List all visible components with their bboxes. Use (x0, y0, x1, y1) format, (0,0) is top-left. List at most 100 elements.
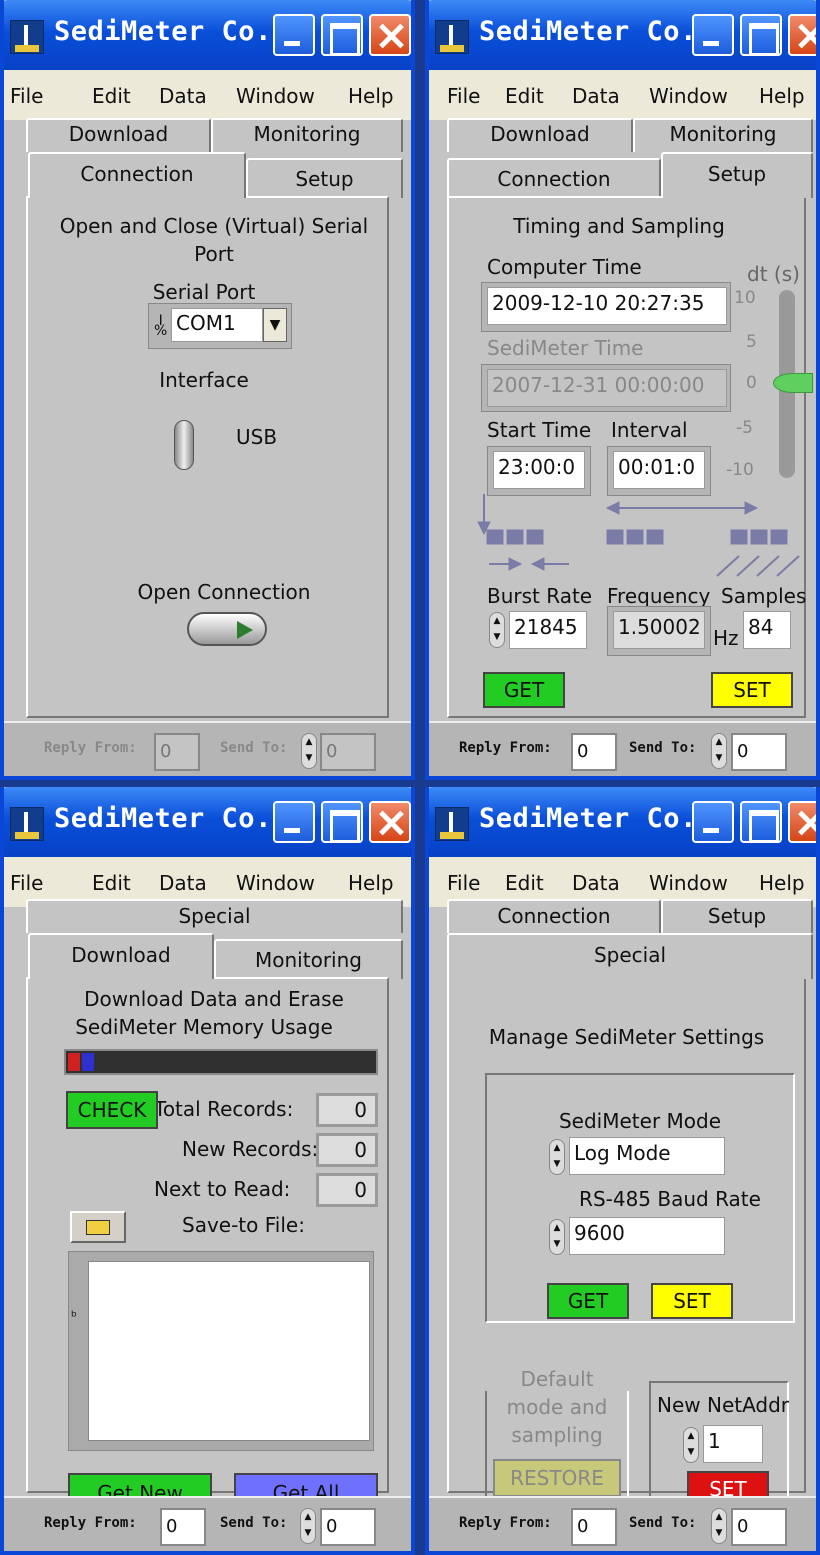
tab-connection[interactable]: Connection (447, 899, 661, 933)
window-title: SediMeter Co... (54, 803, 306, 834)
chevron-down-icon[interactable]: ▼ (263, 308, 287, 342)
default-line-1: Default (485, 1367, 629, 1391)
tab-monitoring[interactable]: Monitoring (214, 939, 403, 979)
menu-edit[interactable]: Edit (92, 871, 131, 895)
menu-window[interactable]: Window (649, 84, 728, 108)
baud-spinner[interactable]: ▲ ▼ (549, 1219, 565, 1255)
set-button[interactable]: SET (651, 1283, 733, 1319)
check-button[interactable]: CHECK (66, 1091, 158, 1129)
interval-field[interactable]: 00:01:0 (613, 451, 705, 489)
send-to-spinner[interactable]: ▲ ▼ (711, 1508, 727, 1544)
send-to-field[interactable]: 0 (731, 1508, 787, 1546)
menu-help[interactable]: Help (348, 871, 394, 895)
maximize-button[interactable] (740, 14, 782, 56)
menu-edit[interactable]: Edit (92, 84, 131, 108)
tab-setup[interactable]: Setup (246, 158, 403, 198)
tab-special[interactable]: Special (26, 899, 403, 933)
reply-from-label: Reply From: (459, 1515, 552, 1531)
netaddr-spinner[interactable]: ▲ ▼ (683, 1427, 699, 1463)
samples-field[interactable]: 84 (743, 611, 791, 649)
menu-file[interactable]: File (447, 84, 480, 108)
burst-rate-field[interactable]: 21845 (509, 611, 587, 649)
tab-download[interactable]: Download (28, 933, 214, 979)
burst-rate-spinner[interactable]: ▲ ▼ (489, 612, 505, 648)
menu-help[interactable]: Help (759, 84, 805, 108)
title-bar[interactable]: SediMeter Co... (429, 0, 816, 70)
send-to-spinner[interactable]: ▲ ▼ (300, 1508, 316, 1544)
send-to-field[interactable]: 0 (320, 1508, 376, 1546)
get-button[interactable]: GET (483, 672, 565, 708)
maximize-button[interactable] (321, 14, 363, 56)
send-to-field[interactable]: 0 (320, 733, 376, 771)
minimize-button[interactable] (273, 14, 315, 56)
tab-monitoring[interactable]: Monitoring (633, 118, 813, 152)
browse-folder-button[interactable] (70, 1211, 126, 1243)
menu-help[interactable]: Help (348, 84, 394, 108)
title-bar[interactable]: SediMeter Co... (4, 787, 411, 857)
reply-from-label: Reply From: (44, 740, 137, 756)
menu-data[interactable]: Data (159, 84, 207, 108)
menu-data[interactable]: Data (159, 871, 207, 895)
title-bar[interactable]: SediMeter Co... (4, 0, 411, 70)
tab-special[interactable]: Special (447, 933, 813, 979)
tab-monitoring[interactable]: Monitoring (211, 118, 403, 152)
send-to-label: Send To: (629, 740, 697, 756)
dt-slider-thumb[interactable] (773, 373, 813, 393)
menu-window[interactable]: Window (236, 84, 315, 108)
menu-file[interactable]: File (447, 871, 480, 895)
led-arrow-icon (237, 621, 253, 639)
memory-new-segment (82, 1053, 94, 1071)
interface-toggle[interactable] (174, 420, 194, 470)
menu-help[interactable]: Help (759, 871, 805, 895)
tab-setup[interactable]: Setup (661, 899, 813, 933)
close-button[interactable] (788, 14, 816, 56)
tab-connection[interactable]: Connection (28, 152, 246, 198)
interface-usb-label: USB (236, 425, 278, 449)
start-time-label: Start Time (487, 418, 592, 442)
menu-data[interactable]: Data (572, 84, 620, 108)
app-icon (435, 807, 469, 841)
minimize-button[interactable] (692, 801, 734, 843)
maximize-button[interactable] (740, 801, 782, 843)
tab-connection[interactable]: Connection (447, 158, 661, 198)
start-time-field[interactable]: 23:00:0 (493, 451, 585, 489)
minimize-button[interactable] (692, 14, 734, 56)
save-to-file-label: Save-to File: (182, 1213, 305, 1237)
open-connection-label: Open Connection (137, 580, 311, 604)
send-to-field[interactable]: 0 (731, 733, 787, 771)
menu-data[interactable]: Data (572, 871, 620, 895)
send-to-spinner[interactable]: ▲ ▼ (711, 733, 727, 769)
menu-file[interactable]: File (10, 84, 43, 108)
tab-download[interactable]: Download (447, 118, 633, 152)
get-button[interactable]: GET (547, 1283, 629, 1319)
restore-button[interactable]: RESTORE (493, 1459, 621, 1497)
baud-field[interactable]: 9600 (569, 1217, 725, 1255)
mode-field[interactable]: Log Mode (569, 1137, 725, 1175)
menu-edit[interactable]: Edit (505, 84, 544, 108)
close-button[interactable] (369, 801, 411, 843)
netaddr-field[interactable]: 1 (703, 1425, 763, 1463)
menu-window[interactable]: Window (649, 871, 728, 895)
sedimeter-time-field: 2007-12-31 00:00:00 (487, 369, 727, 407)
menu-edit[interactable]: Edit (505, 871, 544, 895)
serial-port-select[interactable]: COM1 (171, 308, 263, 342)
tab-setup[interactable]: Setup (661, 152, 813, 198)
menu-bar: File Edit Data Window Help (4, 70, 411, 120)
menu-file[interactable]: File (10, 871, 43, 895)
close-button[interactable] (788, 801, 816, 843)
minimize-button[interactable] (273, 801, 315, 843)
tab-download[interactable]: Download (26, 118, 211, 152)
folder-icon (86, 1220, 110, 1235)
set-button[interactable]: SET (711, 672, 793, 708)
menu-window[interactable]: Window (236, 871, 315, 895)
netaddr-label: New NetAddr (657, 1393, 790, 1417)
close-button[interactable] (369, 14, 411, 56)
open-connection-button[interactable] (187, 612, 267, 646)
computer-time-field: 2009-12-10 20:27:35 (487, 287, 727, 325)
send-to-spinner[interactable]: ▲ ▼ (301, 733, 317, 769)
mode-spinner[interactable]: ▲ ▼ (549, 1139, 565, 1175)
save-path-field[interactable] (88, 1261, 370, 1441)
maximize-button[interactable] (321, 801, 363, 843)
title-bar[interactable]: SediMeter Co... (429, 787, 816, 857)
burst-rate-label: Burst Rate (487, 584, 593, 608)
